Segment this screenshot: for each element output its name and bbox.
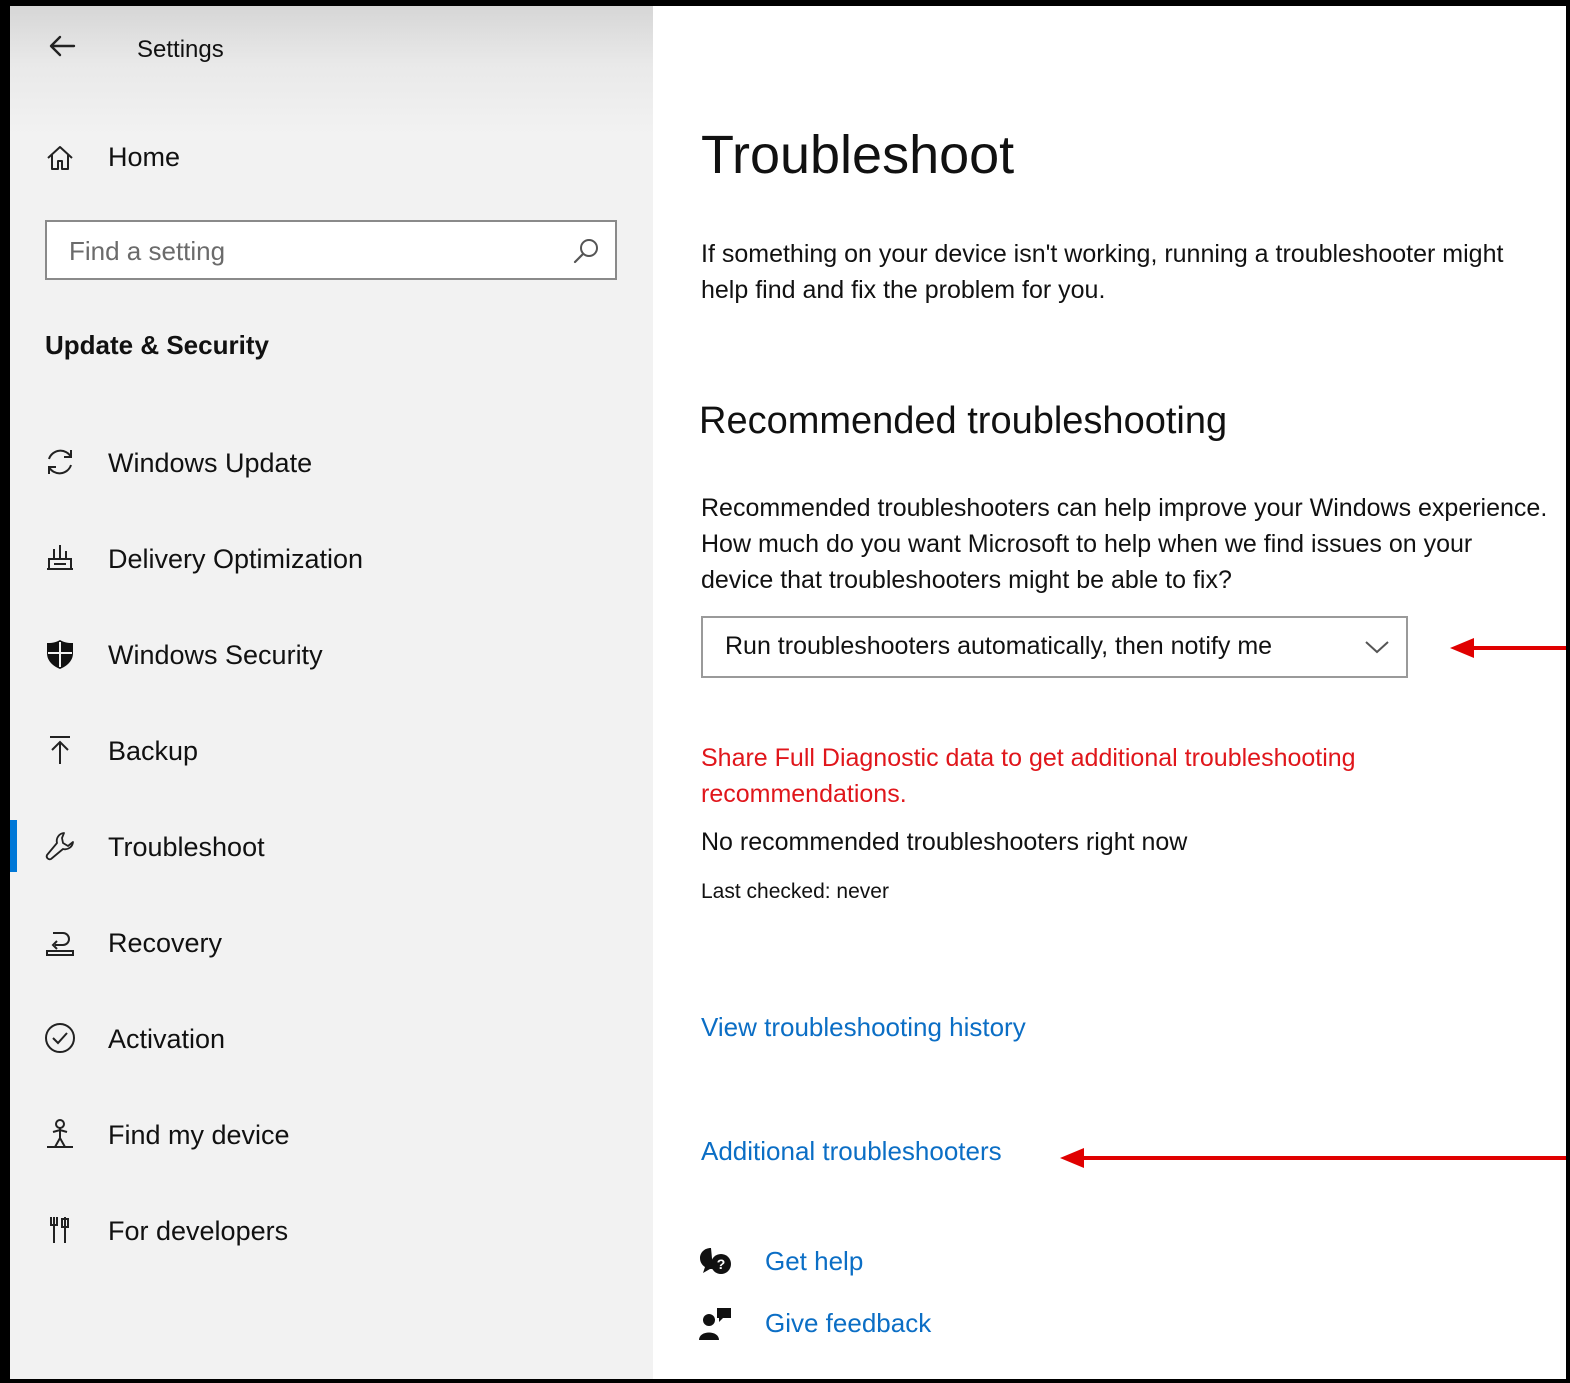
check-circle-icon — [42, 1020, 78, 1056]
additional-troubleshooters-link[interactable]: Additional troubleshooters — [701, 1136, 1002, 1167]
troubleshoot-preference-dropdown[interactable]: Run troubleshooters automatically, then … — [701, 616, 1408, 678]
sidebar-item-activation[interactable]: Activation — [10, 1008, 653, 1068]
person-location-icon — [42, 1116, 78, 1152]
sidebar-item-delivery-optimization[interactable]: Delivery Optimization — [10, 528, 653, 588]
sidebar-item-label: Windows Security — [108, 640, 323, 670]
home-icon — [42, 140, 78, 176]
sidebar-item-label: Delivery Optimization — [108, 544, 364, 574]
sidebar-item-home[interactable]: Home — [10, 128, 653, 188]
delivery-optimization-icon — [42, 540, 78, 576]
no-recommended-status: No recommended troubleshooters right now — [701, 828, 1188, 856]
last-checked-text: Last checked: never — [701, 880, 889, 903]
sidebar-item-label: For developers — [108, 1216, 289, 1246]
annotation-arrow-additional — [1060, 1148, 1566, 1168]
intro-text: If something on your device isn't workin… — [701, 240, 1504, 304]
wrench-icon — [42, 828, 78, 864]
sidebar-item-windows-security[interactable]: Windows Security — [10, 624, 653, 684]
back-arrow-icon[interactable] — [44, 28, 80, 64]
get-help-link[interactable]: Get help — [765, 1246, 863, 1277]
settings-window: Settings Home Update & Security Windows … — [0, 0, 1570, 1383]
give-feedback-link[interactable]: Give feedback — [765, 1308, 931, 1339]
sidebar-item-troubleshoot[interactable]: Troubleshoot — [10, 816, 653, 876]
page-title: Troubleshoot — [701, 125, 1015, 185]
main-content: Troubleshoot If something on your device… — [653, 6, 1566, 1379]
sidebar-item-backup[interactable]: Backup — [10, 720, 653, 780]
sidebar-item-for-developers[interactable]: For developers — [10, 1200, 653, 1260]
sidebar: Settings Home Update & Security Windows … — [10, 6, 653, 1379]
sidebar-item-label: Find my device — [108, 1120, 290, 1150]
svg-text:?: ? — [717, 1256, 726, 1272]
sidebar-item-label: Activation — [108, 1024, 226, 1054]
window-title: Settings — [137, 36, 224, 63]
shield-icon — [42, 636, 78, 672]
search-icon[interactable] — [571, 236, 601, 266]
sidebar-header-backdrop — [10, 6, 653, 136]
diagnostic-data-warning[interactable]: Share Full Diagnostic data to get additi… — [701, 740, 1501, 812]
view-history-link[interactable]: View troubleshooting history — [701, 1012, 1026, 1043]
refresh-icon — [42, 444, 78, 480]
chevron-down-icon — [1364, 636, 1390, 658]
section-title: Update & Security — [45, 330, 269, 360]
search-input[interactable] — [67, 222, 551, 280]
upload-arrow-icon — [42, 732, 78, 768]
sidebar-item-label: Home — [108, 142, 181, 172]
recommended-description: Recommended troubleshooters can help imp… — [701, 494, 1548, 594]
developer-tools-icon — [42, 1212, 78, 1248]
dropdown-selected-value: Run troubleshooters automatically, then … — [725, 632, 1273, 660]
get-help-icon: ? — [697, 1244, 737, 1284]
sidebar-item-label: Troubleshoot — [108, 832, 265, 862]
sidebar-item-label: Backup — [108, 736, 199, 766]
selection-indicator — [10, 820, 17, 872]
search-box[interactable] — [45, 220, 617, 280]
sidebar-item-find-my-device[interactable]: Find my device — [10, 1104, 653, 1164]
recovery-icon — [42, 924, 78, 960]
sidebar-item-recovery[interactable]: Recovery — [10, 912, 653, 972]
sidebar-item-label: Windows Update — [108, 448, 313, 478]
recommended-heading: Recommended troubleshooting — [699, 400, 1228, 442]
sidebar-item-label: Recovery — [108, 928, 223, 958]
give-feedback-icon — [697, 1306, 737, 1346]
sidebar-item-windows-update[interactable]: Windows Update — [10, 432, 653, 492]
annotation-arrow-dropdown — [1450, 638, 1566, 658]
